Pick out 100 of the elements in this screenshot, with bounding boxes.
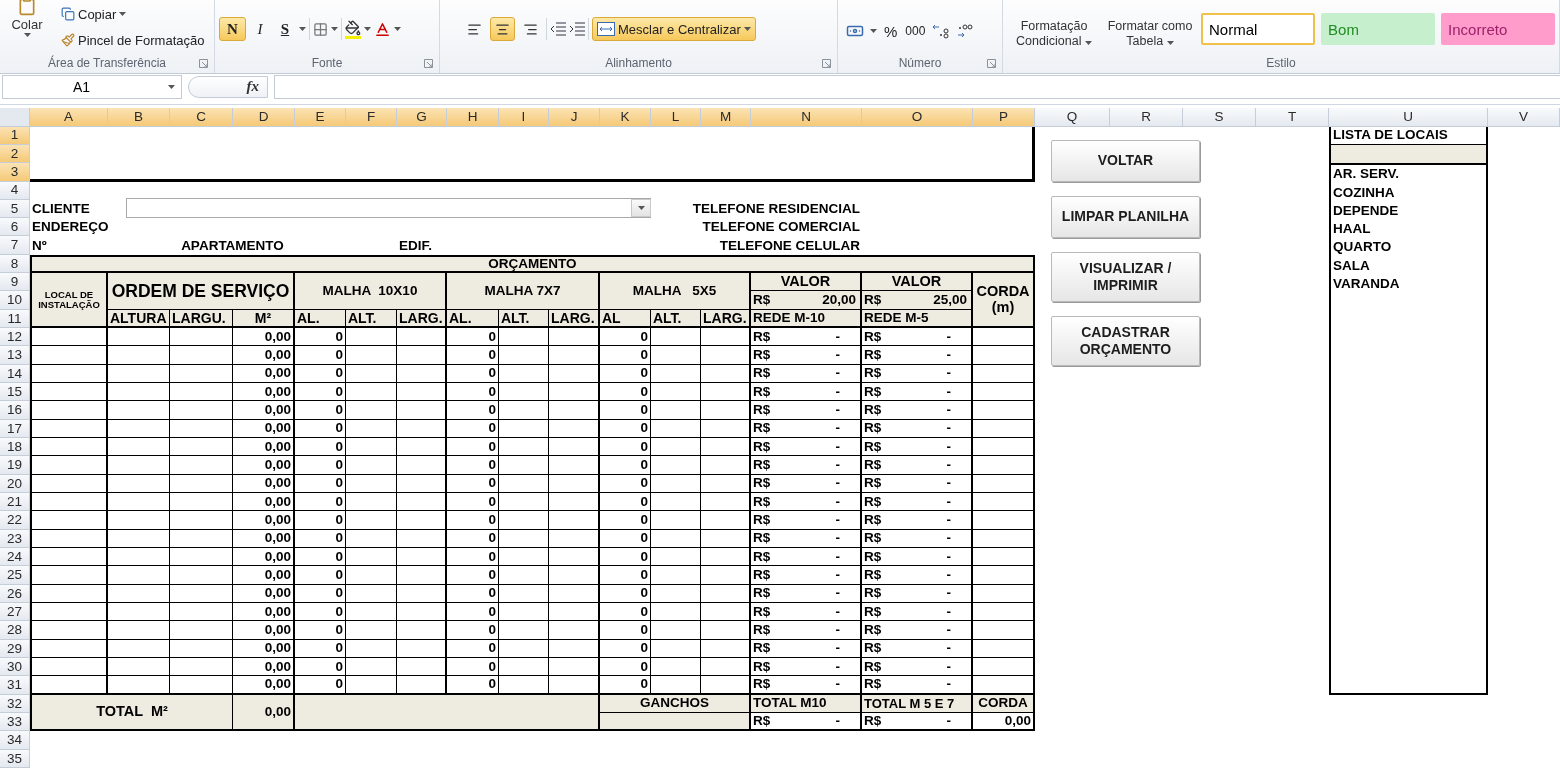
- dialog-launcher-icon[interactable]: [987, 58, 996, 68]
- amount-text: -: [946, 458, 951, 473]
- macro-button[interactable]: VISUALIZAR / IMPRIMIR: [1051, 251, 1200, 302]
- column-header[interactable]: J: [549, 107, 600, 127]
- row-header[interactable]: 18: [0, 438, 30, 457]
- table-cell: [346, 419, 397, 439]
- column-header[interactable]: V: [1488, 107, 1560, 127]
- align-button[interactable]: [490, 17, 515, 41]
- decrease-indent-icon[interactable]: [550, 22, 566, 36]
- paste-button[interactable]: Colar: [4, 0, 50, 37]
- dialog-launcher-icon[interactable]: [822, 58, 831, 68]
- column-header[interactable]: I: [499, 107, 549, 127]
- format-painter-button[interactable]: Pincel de Formatação: [56, 28, 210, 52]
- table-cell: [108, 346, 170, 365]
- table-cell: [397, 621, 447, 640]
- currency-symbol: R$: [753, 604, 771, 619]
- column-header[interactable]: P: [973, 107, 1035, 127]
- table-cell: [549, 419, 600, 439]
- row-header[interactable]: 30: [0, 658, 30, 677]
- row-header[interactable]: 31: [0, 676, 30, 695]
- dialog-launcher-icon[interactable]: [424, 58, 433, 68]
- currency-symbol: R$: [753, 366, 771, 381]
- column-header[interactable]: T: [1256, 107, 1329, 127]
- column-header[interactable]: M: [701, 107, 751, 127]
- column-header[interactable]: A: [30, 107, 108, 127]
- row-header[interactable]: 21: [0, 493, 30, 512]
- column-header[interactable]: S: [1183, 107, 1256, 127]
- currency-symbol: R$: [864, 494, 882, 509]
- thousands-button[interactable]: 000: [904, 19, 927, 43]
- row-header[interactable]: 6: [0, 218, 30, 237]
- form-label: CLIENTE: [31, 199, 91, 218]
- conditional-formatting-button[interactable]: Formatação Condicional: [1009, 0, 1099, 49]
- dialog-launcher-icon[interactable]: [199, 58, 208, 68]
- column-header[interactable]: H: [447, 107, 499, 127]
- table-cell: 0: [295, 419, 346, 439]
- format-as-table-button[interactable]: Formatar como Tabela: [1105, 0, 1195, 49]
- selected-merged-cell[interactable]: [30, 126, 1035, 182]
- column-header[interactable]: F: [346, 107, 397, 127]
- row-header[interactable]: 7: [0, 236, 30, 255]
- table-cell: [651, 328, 701, 347]
- table-cell: [549, 511, 600, 530]
- column-header[interactable]: D: [233, 107, 295, 127]
- column-header[interactable]: E: [295, 107, 346, 127]
- increase-indent-icon[interactable]: [569, 22, 585, 36]
- font-style-button[interactable]: N: [219, 17, 246, 41]
- row-header[interactable]: 24: [0, 548, 30, 567]
- column-header[interactable]: B: [108, 107, 170, 127]
- percent-button[interactable]: %: [883, 19, 899, 43]
- column-header[interactable]: K: [600, 107, 651, 127]
- macro-button[interactable]: VOLTAR: [1051, 139, 1200, 182]
- row-header[interactable]: 19: [0, 456, 30, 475]
- table-cell: 0: [600, 566, 651, 585]
- column-header[interactable]: G: [397, 107, 447, 127]
- column-header[interactable]: C: [170, 107, 233, 127]
- row-header[interactable]: 33: [0, 713, 30, 732]
- merge-center-button[interactable]: Mesclar e Centralizar: [592, 17, 756, 41]
- dropdown-button[interactable]: [631, 198, 651, 217]
- list-item[interactable]: VARANDA: [1333, 275, 1400, 294]
- macro-button[interactable]: LIMPAR PLANILHA: [1051, 195, 1200, 238]
- copy-button[interactable]: Copiar: [56, 2, 210, 26]
- name-box[interactable]: A1: [2, 74, 182, 99]
- list-item[interactable]: QUARTO: [1333, 238, 1392, 257]
- macro-button[interactable]: CADASTRAR ORÇAMENTO: [1051, 315, 1200, 366]
- row-header[interactable]: 9: [0, 273, 30, 292]
- list-item[interactable]: HAAL: [1333, 220, 1371, 239]
- cell-style-button[interactable]: Normal: [1201, 13, 1316, 45]
- increase-decimal-icon[interactable]: [932, 23, 951, 39]
- cell-style-button[interactable]: Bom: [1321, 13, 1436, 45]
- row-header[interactable]: 12: [0, 328, 30, 347]
- table-cell: 0: [447, 621, 499, 640]
- column-header[interactable]: U: [1329, 107, 1488, 127]
- column-header[interactable]: L: [651, 107, 701, 127]
- row-header[interactable]: 34: [0, 731, 30, 750]
- table-cell: 0,00: [233, 511, 295, 530]
- insert-function-button[interactable]: fx: [246, 78, 259, 96]
- row-header[interactable]: 25: [0, 566, 30, 585]
- font-style-button[interactable]: I: [249, 17, 271, 41]
- cell-style-button[interactable]: Incorreto: [1441, 13, 1555, 45]
- list-item[interactable]: DEPENDE: [1333, 201, 1399, 221]
- amount-text: -: [946, 714, 951, 729]
- list-item[interactable]: SALA: [1333, 256, 1370, 276]
- row-header[interactable]: 27: [0, 603, 30, 622]
- row-header[interactable]: 15: [0, 383, 30, 402]
- decrease-decimal-icon[interactable]: [956, 23, 975, 39]
- currency-symbol: R$: [753, 439, 771, 454]
- row-header[interactable]: 3: [0, 163, 30, 182]
- list-item[interactable]: COZINHA: [1333, 183, 1395, 202]
- formula-field[interactable]: [274, 74, 1560, 99]
- row-header[interactable]: 13: [0, 346, 30, 365]
- column-header[interactable]: Q: [1035, 107, 1110, 127]
- list-item[interactable]: AR. SERV.: [1333, 165, 1400, 184]
- row-header[interactable]: 28: [0, 621, 30, 640]
- column-header[interactable]: N: [751, 107, 862, 127]
- row-header[interactable]: 10: [0, 291, 30, 310]
- row-header[interactable]: 16: [0, 401, 30, 420]
- column-header[interactable]: R: [1110, 107, 1183, 127]
- currency-symbol: R$: [753, 348, 771, 363]
- row-header[interactable]: 22: [0, 511, 30, 530]
- font-style-button[interactable]: S: [274, 17, 296, 41]
- column-header[interactable]: O: [862, 107, 973, 127]
